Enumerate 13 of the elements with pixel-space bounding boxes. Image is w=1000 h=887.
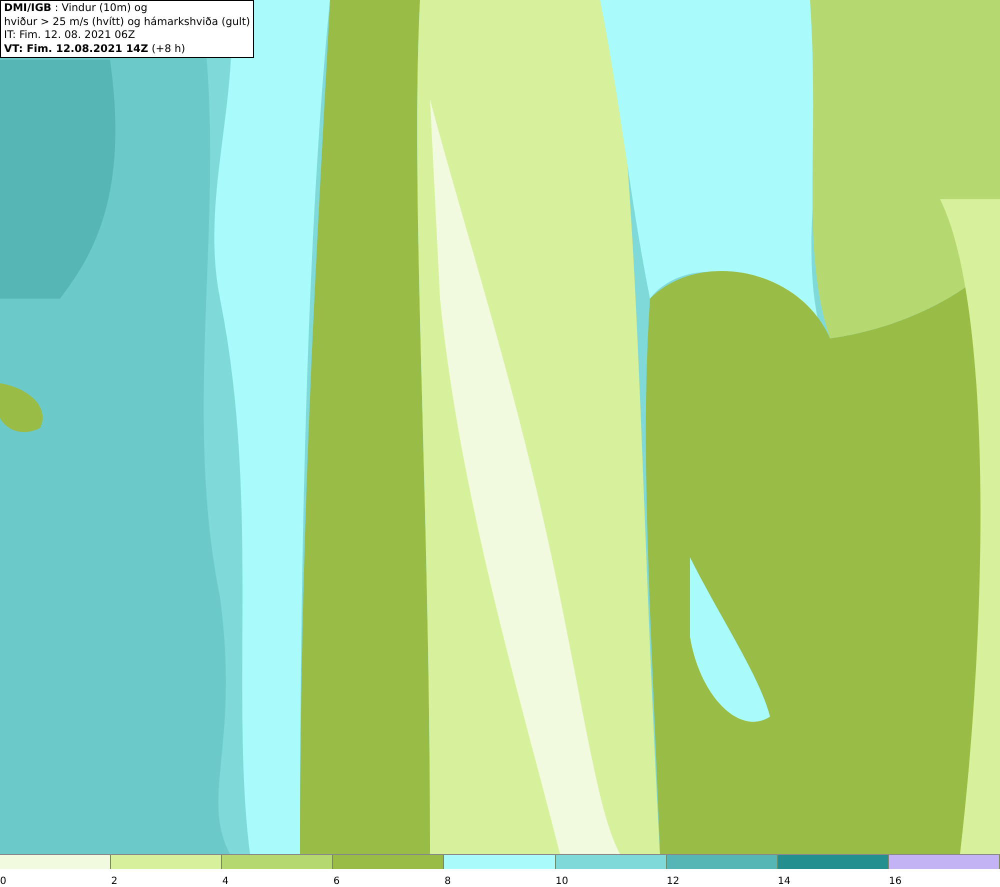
legend-label: 16 — [888, 875, 902, 887]
legend-label: 2 — [111, 875, 118, 887]
legend-label: 6 — [333, 875, 340, 887]
legend-label: 4 — [222, 875, 229, 887]
legend-label: 0 — [0, 875, 6, 887]
legend-label: 8 — [444, 875, 451, 887]
map-title-line: DMI/IGB : Vindur (10m) og — [4, 2, 148, 16]
legend-label: 14 — [778, 875, 790, 887]
legend-label: 12 — [666, 875, 680, 887]
map-title-line: hviður > 25 m/s (hvítt) og hámarkshviða (gult) — [4, 16, 250, 29]
map-title-line: VT: Fim. 12.08.2021 14Z (+8 h) — [4, 42, 186, 56]
legend-label: 10 — [556, 875, 568, 887]
map-title-line: IT: Fim. 12. 08. 2021 06Z — [4, 29, 136, 42]
